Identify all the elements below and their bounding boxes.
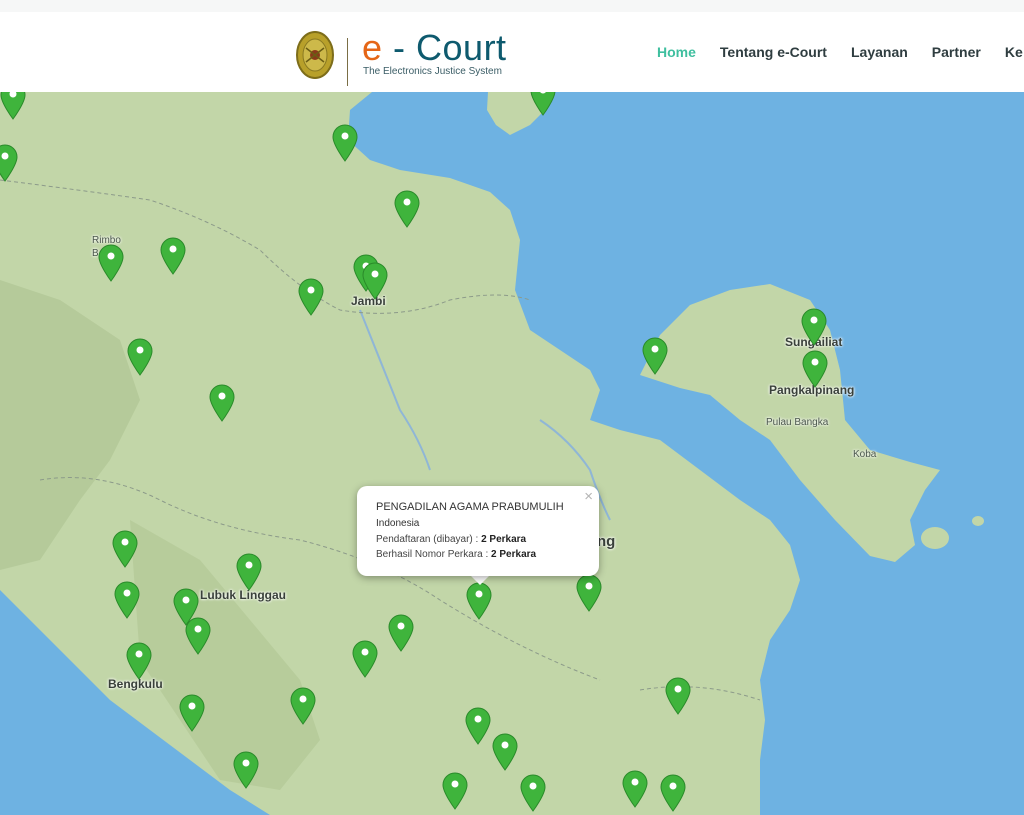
site-logo-title[interactable]: e - Court	[362, 26, 507, 70]
map-marker-icon[interactable]	[160, 237, 186, 275]
map-marker-icon[interactable]	[112, 530, 138, 568]
logo-divider	[347, 38, 348, 86]
logo-court-text: - Court	[382, 27, 507, 68]
map-marker-icon[interactable]	[520, 774, 546, 812]
map-marker-icon[interactable]	[298, 278, 324, 316]
map-marker-icon[interactable]	[114, 581, 140, 619]
map-marker-icon[interactable]	[394, 190, 420, 228]
map-marker-icon[interactable]	[0, 144, 18, 182]
map-label-palembang: ng	[597, 533, 616, 550]
map-marker-icon[interactable]	[0, 92, 26, 120]
map-marker-icon[interactable]	[388, 614, 414, 652]
map-marker-icon[interactable]	[660, 774, 686, 812]
map-marker-icon[interactable]	[179, 694, 205, 732]
map-marker-icon[interactable]	[236, 553, 262, 591]
map-marker-icon[interactable]	[802, 350, 828, 388]
map-marker-icon[interactable]	[127, 338, 153, 376]
map-marker-icon[interactable]	[576, 574, 602, 612]
map-marker-icon[interactable]	[332, 124, 358, 162]
popup-success-row: Berhasil Nomor Perkara : 2 Perkara	[376, 549, 536, 560]
map-marker-icon[interactable]	[530, 92, 556, 116]
nav-home[interactable]: Home	[657, 42, 696, 64]
map-marker-icon[interactable]	[185, 617, 211, 655]
map-marker-icon[interactable]	[290, 687, 316, 725]
map-marker-icon[interactable]	[362, 262, 388, 300]
map-marker-icon[interactable]	[209, 384, 235, 422]
nav-layanan[interactable]: Layanan	[851, 42, 908, 64]
map-label-koba: Koba	[853, 449, 877, 460]
popup-tip	[470, 575, 490, 585]
map-marker-icon[interactable]	[233, 751, 259, 789]
nav-tentang-ecourt[interactable]: Tentang e-Court	[720, 42, 827, 64]
map-marker-icon[interactable]	[801, 308, 827, 346]
court-emblem-icon[interactable]	[295, 30, 335, 80]
popup-country: Indonesia	[376, 518, 420, 529]
court-map[interactable]: Rimbo B Jambi Sungailiat Pangkalpinang P…	[0, 92, 1024, 815]
site-tagline: The Electronics Justice System	[363, 66, 502, 77]
map-marker-icon[interactable]	[352, 640, 378, 678]
map-label-pulau-bangka: Pulau Bangka	[766, 417, 829, 428]
popup-registered-row: Pendaftaran (dibayar) : 2 Perkara	[376, 534, 526, 545]
map-marker-icon[interactable]	[442, 772, 468, 810]
popup-registered-label: Pendaftaran (dibayar) :	[376, 534, 482, 545]
popup-title: PENGADILAN AGAMA PRABUMULIH	[376, 501, 564, 513]
site-header: e - Court The Electronics Justice System…	[0, 12, 1024, 92]
popup-success-value: 2 Perkara	[491, 549, 537, 560]
map-marker-icon[interactable]	[465, 707, 491, 745]
popup-success-label: Berhasil Nomor Perkara :	[376, 549, 492, 560]
popup-registered-value: 2 Perkara	[481, 534, 527, 545]
map-marker-icon[interactable]	[665, 677, 691, 715]
popup-close-icon[interactable]: ×	[584, 489, 593, 504]
map-marker-icon[interactable]	[642, 337, 668, 375]
court-info-popup: × PENGADILAN AGAMA PRABUMULIH Indonesia …	[357, 486, 599, 576]
map-marker-icon[interactable]	[492, 733, 518, 771]
map-marker-icon[interactable]	[622, 770, 648, 808]
map-marker-icon[interactable]	[126, 642, 152, 680]
map-marker-icon[interactable]	[466, 582, 492, 620]
nav-truncated-item[interactable]: Ke	[1005, 42, 1023, 64]
map-marker-icon[interactable]	[98, 244, 124, 282]
logo-e-letter: e	[362, 27, 383, 68]
nav-partner[interactable]: Partner	[932, 42, 981, 64]
main-nav: Home Tentang e-Court Layanan Partner Ke	[657, 42, 1024, 64]
